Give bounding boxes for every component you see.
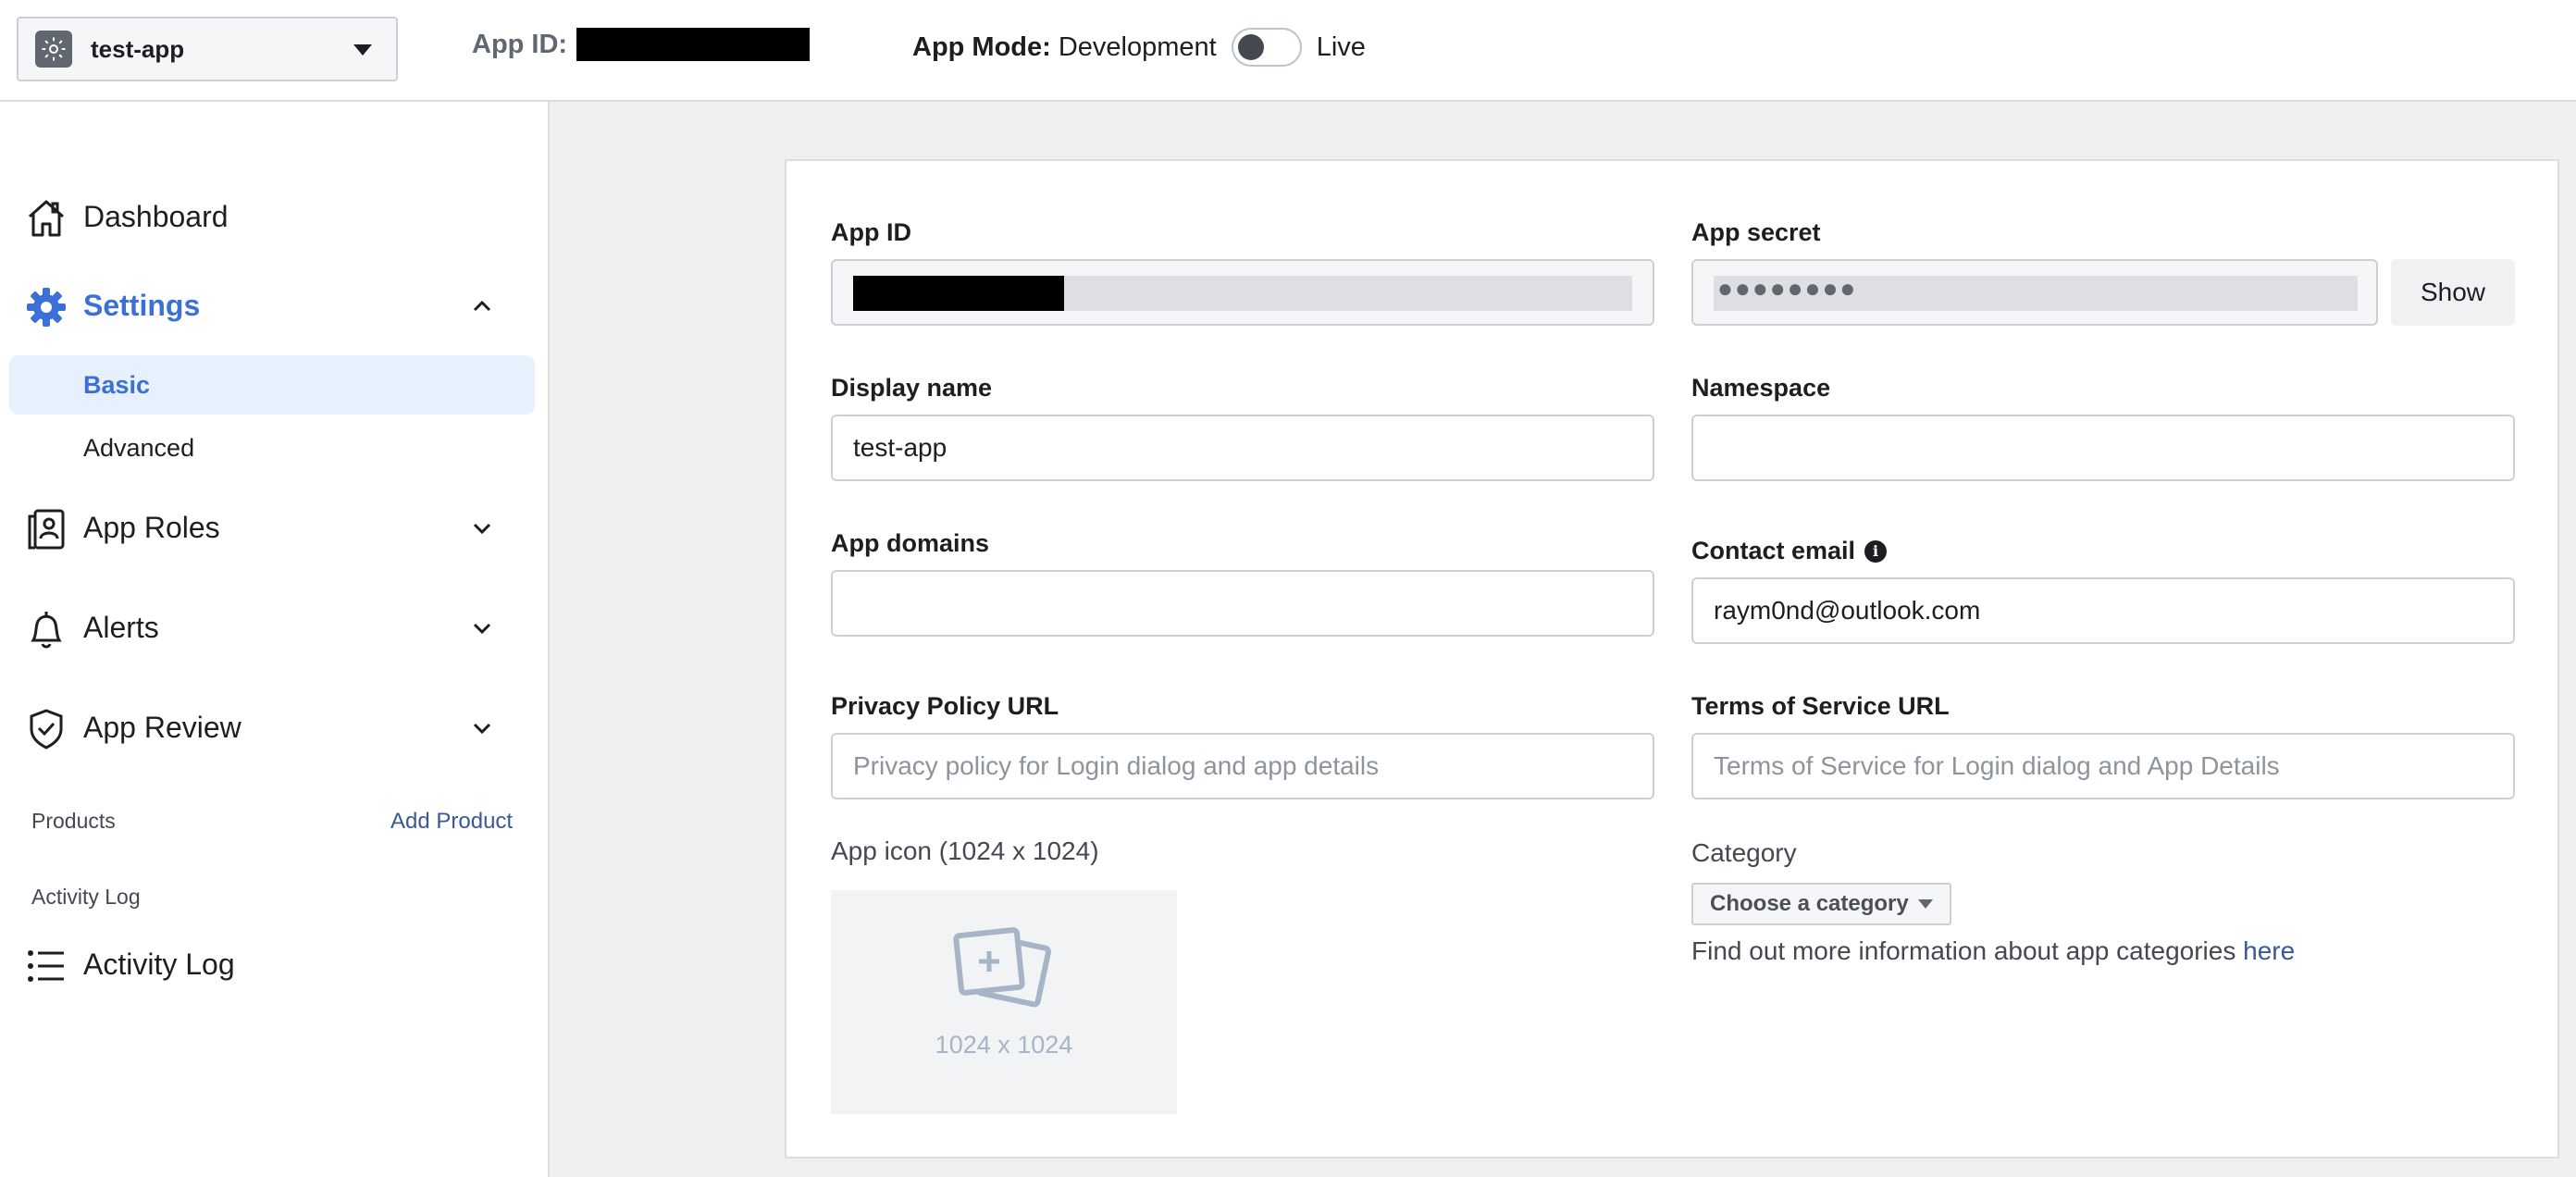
- chevron-down-icon: [473, 523, 491, 535]
- app-mode-toggle[interactable]: [1231, 28, 1302, 67]
- category-label: Category: [1691, 838, 1797, 867]
- sidebar-item-label: Settings: [83, 288, 201, 322]
- sidebar-item-app-review[interactable]: App Review: [0, 700, 537, 755]
- bell-icon: [31, 612, 62, 649]
- chevron-down-icon: [473, 723, 491, 735]
- app-id-label: App ID: [831, 218, 911, 246]
- sidebar: Dashboard Settings Basic Advanced App Ro…: [0, 102, 550, 1177]
- chevron-down-icon: [473, 623, 491, 635]
- show-secret-button[interactable]: Show: [2391, 259, 2515, 326]
- top-app-id-label: App ID:: [472, 29, 568, 59]
- app-switcher[interactable]: test-app: [17, 17, 398, 81]
- toggle-knob: [1237, 34, 1264, 60]
- sidebar-item-settings[interactable]: Settings: [0, 278, 537, 333]
- top-app-id: App ID:: [472, 28, 811, 61]
- terms-of-service-input[interactable]: [1691, 733, 2515, 799]
- app-icon-upload[interactable]: 1024 x 1024: [831, 890, 1177, 1114]
- app-mode: App Mode: Development Live: [912, 28, 1366, 67]
- mode-development-label: Development: [1058, 31, 1217, 62]
- app-domains-label: App domains: [831, 529, 990, 557]
- contact-email-label: Contact email: [1691, 537, 1856, 564]
- gear-icon: [27, 288, 66, 327]
- app-mode-label: App Mode:: [912, 31, 1051, 62]
- sidebar-item-label: Activity Log: [83, 947, 235, 981]
- basic-settings-card: App ID App secret ●●●●●●●● Show Display …: [785, 159, 2559, 1158]
- category-select[interactable]: Choose a category: [1691, 883, 1951, 925]
- add-product-link[interactable]: Add Product: [390, 809, 513, 835]
- app-icon-label: App icon (1024 x 1024): [831, 836, 1099, 865]
- activity-log-section-label: Activity Log: [31, 885, 141, 909]
- info-icon[interactable]: i: [1864, 539, 1888, 563]
- category-select-value: Choose a category: [1710, 891, 1909, 916]
- id-badge-icon: [28, 509, 65, 550]
- display-name-input[interactable]: [831, 415, 1654, 481]
- namespace-label: Namespace: [1691, 374, 1831, 402]
- category-help-sentence: Find out more information about app cate…: [1691, 936, 2236, 965]
- shield-check-icon: [30, 709, 63, 750]
- chevron-down-icon: [353, 44, 372, 56]
- contact-email-input[interactable]: [1691, 577, 2515, 644]
- sidebar-item-activity-log[interactable]: Activity Log: [0, 936, 537, 992]
- app-secret-field[interactable]: ●●●●●●●●: [1691, 259, 2378, 326]
- category-help-link[interactable]: here: [2243, 936, 2295, 965]
- app-secret-label: App secret: [1691, 218, 1821, 246]
- sidebar-item-label: App Roles: [83, 510, 220, 544]
- sidebar-item-label: Alerts: [83, 610, 159, 644]
- app-icon-dimensions: 1024 x 1024: [935, 1031, 1073, 1059]
- privacy-policy-label: Privacy Policy URL: [831, 692, 1059, 720]
- privacy-policy-input[interactable]: [831, 733, 1654, 799]
- category-help-text: Find out more information about app cate…: [1691, 936, 2295, 966]
- image-placeholder-icon: [953, 927, 1051, 1008]
- app-gear-icon: [35, 31, 72, 68]
- products-section-label: Products: [31, 809, 116, 833]
- app-switcher-name: test-app: [91, 34, 185, 63]
- app-domains-input[interactable]: [831, 570, 1654, 637]
- sidebar-item-dashboard[interactable]: Dashboard: [0, 189, 537, 244]
- sidebar-subitem-advanced[interactable]: Advanced: [9, 418, 535, 477]
- list-icon: [28, 950, 64, 982]
- mode-live-label: Live: [1316, 31, 1366, 62]
- chevron-down-icon: [1917, 899, 1933, 909]
- home-icon: [29, 200, 64, 237]
- sidebar-item-app-roles[interactable]: App Roles: [0, 500, 537, 555]
- top-bar: test-app App ID: App Mode: Development L…: [0, 0, 2576, 102]
- redacted-app-id: [853, 276, 1064, 311]
- contact-email-label-wrap: Contact email i: [1691, 537, 1888, 565]
- sidebar-subitem-basic[interactable]: Basic: [9, 355, 535, 415]
- sidebar-item-label: Dashboard: [83, 199, 229, 233]
- app-secret-masked: ●●●●●●●●: [1717, 274, 1858, 303]
- redacted-app-id: [576, 28, 811, 61]
- sidebar-item-alerts[interactable]: Alerts: [0, 600, 537, 655]
- sidebar-item-label: App Review: [83, 710, 242, 744]
- chevron-up-icon: [473, 300, 491, 312]
- display-name-label: Display name: [831, 374, 993, 402]
- namespace-input[interactable]: [1691, 415, 2515, 481]
- terms-of-service-label: Terms of Service URL: [1691, 692, 1950, 720]
- app-id-field[interactable]: [831, 259, 1654, 326]
